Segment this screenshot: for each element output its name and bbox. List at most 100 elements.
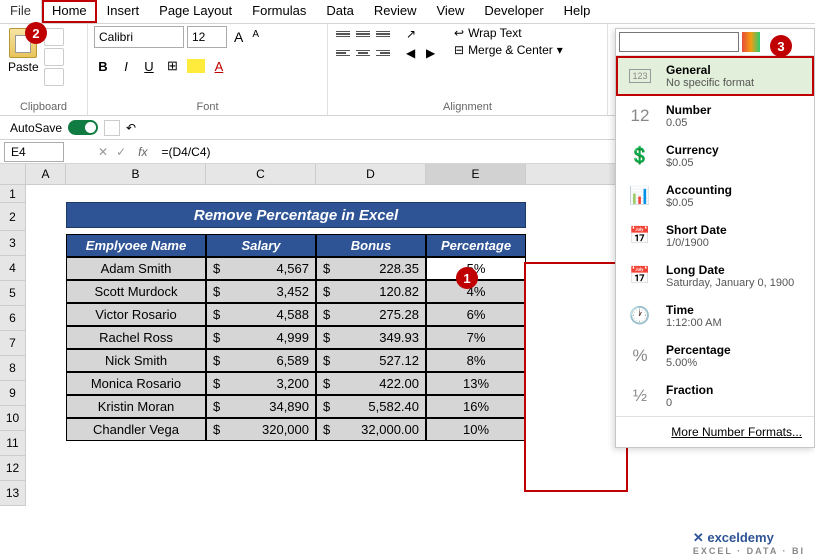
decrease-font-button[interactable]: A — [248, 26, 263, 48]
bold-button[interactable]: B — [94, 57, 112, 76]
align-left-button[interactable] — [334, 45, 352, 61]
cell-bonus[interactable]: $5,582.40 — [316, 395, 426, 418]
row-header[interactable]: 13 — [0, 481, 26, 506]
enter-formula-icon[interactable]: ✓ — [112, 145, 130, 159]
row-header[interactable]: 6 — [0, 306, 26, 331]
tab-insert[interactable]: Insert — [97, 0, 150, 23]
align-bottom-button[interactable] — [374, 26, 392, 42]
borders-button[interactable]: ⊞ — [163, 56, 182, 76]
cell-salary[interactable]: $4,999 — [206, 326, 316, 349]
row-header[interactable]: 12 — [0, 456, 26, 481]
format-option-accounting[interactable]: 📊 Accounting $0.05 — [616, 176, 814, 216]
underline-button[interactable]: U — [140, 57, 158, 76]
format-selector[interactable] — [619, 32, 739, 52]
row-header[interactable]: 5 — [0, 281, 26, 306]
increase-font-button[interactable]: A — [230, 26, 247, 48]
cell-salary[interactable]: $4,567 — [206, 257, 316, 280]
align-center-button[interactable] — [354, 45, 372, 61]
tab-view[interactable]: View — [426, 0, 474, 23]
format-option-percentage[interactable]: % Percentage 5.00% — [616, 336, 814, 376]
tab-home[interactable]: Home — [42, 0, 97, 23]
cell-name[interactable]: Scott Murdock — [66, 280, 206, 303]
row-header[interactable]: 2 — [0, 203, 26, 231]
cell-name[interactable]: Chandler Vega — [66, 418, 206, 441]
tab-help[interactable]: Help — [554, 0, 601, 23]
save-button[interactable] — [104, 120, 120, 136]
cell-percentage[interactable]: 10% — [426, 418, 526, 441]
cell-bonus[interactable]: $422.00 — [316, 372, 426, 395]
row-header[interactable]: 10 — [0, 406, 26, 431]
fill-color-button[interactable] — [187, 59, 205, 73]
cell-bonus[interactable]: $527.12 — [316, 349, 426, 372]
more-formats-link[interactable]: More Number Formats... — [616, 416, 814, 447]
copy-button[interactable] — [44, 48, 64, 66]
cell-name[interactable]: Kristin Moran — [66, 395, 206, 418]
cell-salary[interactable]: $34,890 — [206, 395, 316, 418]
tab-page-layout[interactable]: Page Layout — [149, 0, 242, 23]
cell-bonus[interactable]: $120.82 — [316, 280, 426, 303]
font-color-button[interactable]: A — [210, 57, 228, 76]
select-all-corner[interactable] — [0, 164, 26, 184]
align-middle-button[interactable] — [354, 26, 372, 42]
col-header-d[interactable]: D — [316, 164, 426, 184]
cell-bonus[interactable]: $228.35 — [316, 257, 426, 280]
autosave-toggle[interactable] — [68, 120, 98, 135]
cell-percentage[interactable]: 8% — [426, 349, 526, 372]
orientation-button[interactable]: ↗ — [404, 26, 422, 42]
tab-file[interactable]: File — [0, 0, 42, 23]
cell-percentage[interactable]: 6% — [426, 303, 526, 326]
cell-name[interactable]: Rachel Ross — [66, 326, 206, 349]
format-option-general[interactable]: 123 General No specific format — [616, 56, 814, 96]
font-name-select[interactable] — [94, 26, 184, 48]
col-header-c[interactable]: C — [206, 164, 316, 184]
cell-salary[interactable]: $3,452 — [206, 280, 316, 303]
tab-formulas[interactable]: Formulas — [242, 0, 316, 23]
col-header-a[interactable]: A — [26, 164, 66, 184]
cell-percentage[interactable]: 16% — [426, 395, 526, 418]
row-header[interactable]: 3 — [0, 231, 26, 256]
cell-percentage[interactable]: 13% — [426, 372, 526, 395]
row-header[interactable]: 4 — [0, 256, 26, 281]
align-right-button[interactable] — [374, 45, 392, 61]
cell-name[interactable]: Monica Rosario — [66, 372, 206, 395]
cancel-formula-icon[interactable]: ✕ — [94, 145, 112, 159]
cell-bonus[interactable]: $349.93 — [316, 326, 426, 349]
cell-percentage[interactable]: 7% — [426, 326, 526, 349]
row-header[interactable]: 1 — [0, 185, 26, 203]
decrease-indent-button[interactable]: ◀ — [404, 45, 422, 61]
format-option-currency[interactable]: 💲 Currency $0.05 — [616, 136, 814, 176]
cell-salary[interactable]: $3,200 — [206, 372, 316, 395]
cell-bonus[interactable]: $32,000.00 — [316, 418, 426, 441]
format-option-short-date[interactable]: 📅 Short Date 1/0/1900 — [616, 216, 814, 256]
wrap-text-button[interactable]: ↩Wrap Text — [454, 26, 563, 40]
row-header[interactable]: 7 — [0, 331, 26, 356]
cell-name[interactable]: Adam Smith — [66, 257, 206, 280]
format-option-number[interactable]: 12 Number 0.05 — [616, 96, 814, 136]
increase-indent-button[interactable]: ▶ — [424, 45, 442, 61]
format-option-long-date[interactable]: 📅 Long Date Saturday, January 0, 1900 — [616, 256, 814, 296]
format-option-time[interactable]: 🕐 Time 1:12:00 AM — [616, 296, 814, 336]
font-size-select[interactable] — [187, 26, 227, 48]
row-header[interactable]: 11 — [0, 431, 26, 456]
cell-name[interactable]: Nick Smith — [66, 349, 206, 372]
cell-salary[interactable]: $320,000 — [206, 418, 316, 441]
conditional-format-icon[interactable] — [742, 32, 760, 52]
format-painter-button[interactable] — [44, 68, 64, 86]
undo-button[interactable]: ↶ — [126, 121, 136, 135]
merge-center-button[interactable]: ⊟Merge & Center ▾ — [454, 43, 563, 57]
col-header-b[interactable]: B — [66, 164, 206, 184]
row-header[interactable]: 8 — [0, 356, 26, 381]
cell-salary[interactable]: $6,589 — [206, 349, 316, 372]
row-header[interactable]: 9 — [0, 381, 26, 406]
fx-icon[interactable]: fx — [130, 145, 155, 159]
cell-bonus[interactable]: $275.28 — [316, 303, 426, 326]
italic-button[interactable]: I — [117, 57, 135, 76]
name-box[interactable] — [4, 142, 64, 162]
align-top-button[interactable] — [334, 26, 352, 42]
format-option-fraction[interactable]: ½ Fraction 0 — [616, 376, 814, 416]
tab-developer[interactable]: Developer — [474, 0, 553, 23]
col-header-e[interactable]: E — [426, 164, 526, 184]
tab-data[interactable]: Data — [316, 0, 363, 23]
cell-salary[interactable]: $4,588 — [206, 303, 316, 326]
cell-name[interactable]: Victor Rosario — [66, 303, 206, 326]
